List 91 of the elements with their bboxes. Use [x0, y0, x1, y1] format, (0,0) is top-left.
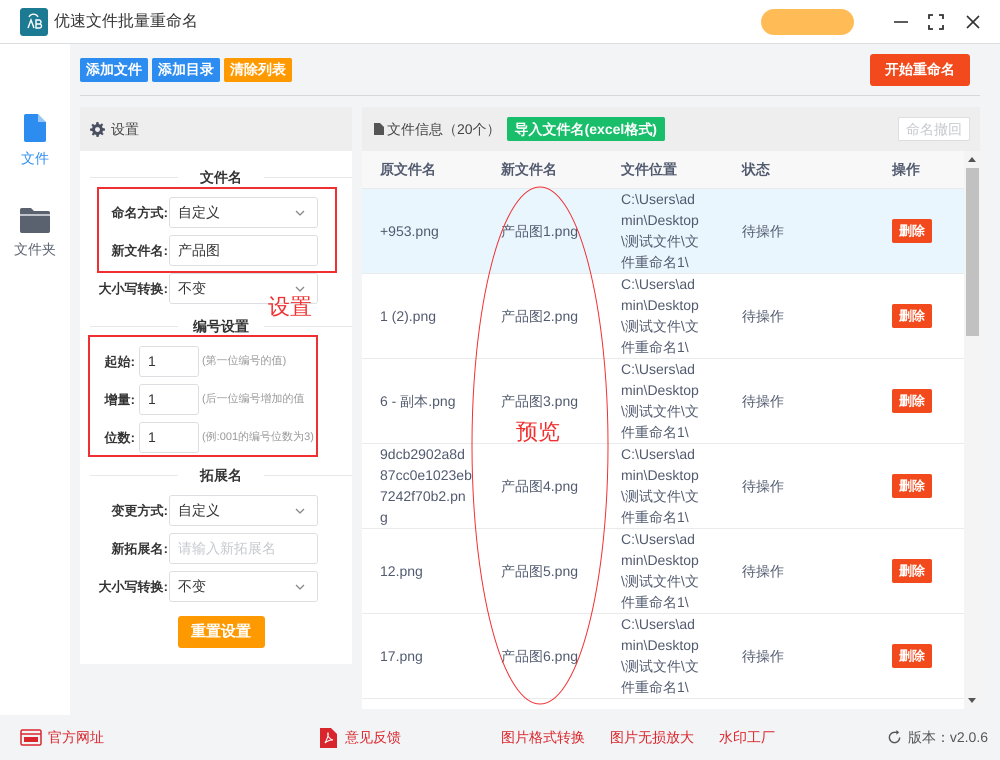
section-title: 编号设置: [192, 316, 250, 336]
table-cell-text: C:\Users\admin\Desktop\测试文件\文件重命名1\: [621, 615, 700, 697]
field-label: 新拓展名:: [110, 540, 169, 558]
table-cell-text: 产品图5.png: [501, 562, 580, 581]
table-cell-text: 1 (2).png: [380, 306, 438, 326]
table-cell-text: 产品图1.png: [501, 222, 580, 241]
refresh-icon: [886, 730, 902, 745]
table-cell-text: 产品图4.png: [501, 476, 580, 496]
field-label: 新文件名:: [110, 242, 169, 260]
dropdown[interactable]: 自定义: [169, 197, 318, 228]
sidebar-item[interactable]: 文件夹: [14, 207, 56, 260]
field-label: 大小写转换:: [98, 578, 169, 596]
settings-icon: [90, 122, 105, 136]
delete-button[interactable]: 删除: [892, 219, 932, 243]
document-icon: [24, 114, 46, 142]
document-icon: [374, 123, 384, 135]
delete-button[interactable]: 删除: [892, 474, 932, 498]
start-rename-button[interactable]: 开始重命名: [870, 54, 970, 86]
footer-link[interactable]: 图片无损放大: [610, 727, 694, 748]
sidebar-item[interactable]: 文件: [21, 114, 49, 169]
scroll-up-icon[interactable]: [968, 157, 976, 162]
table-cell-text: C:\Users\admin\Desktop\测试文件\文件重命名1\: [621, 445, 700, 527]
scroll-down-icon[interactable]: [968, 698, 976, 703]
table-cell-text: 17.png: [380, 646, 424, 666]
field-hint: (后一位编号增加的值: [202, 392, 305, 408]
footer-link[interactable]: 意见反馈: [320, 727, 401, 748]
section-title: 文件名: [199, 168, 243, 186]
column-header: 状态: [742, 160, 771, 179]
footer-link[interactable]: 官方网址: [20, 727, 104, 748]
app-logo-icon: [20, 8, 48, 36]
close-icon[interactable]: [966, 14, 980, 28]
table-cell-text: 待操作: [742, 476, 785, 496]
table-row[interactable]: +953.png 产品图1.png C:\Users\admin\Desktop\测试文件\文件重命名1\ 待操作 删除: [362, 189, 964, 274]
import-filenames-button[interactable]: 导入文件名(excel格式): [506, 117, 665, 141]
folder-icon: [20, 207, 50, 233]
column-header: 原文件名: [380, 160, 437, 179]
table-cell-text: C:\Users\admin\Desktop\测试文件\文件重命名1\: [621, 530, 700, 612]
pdf-icon: [320, 728, 337, 748]
column-header: 操作: [892, 160, 921, 179]
table-cell-text: C:\Users\admin\Desktop\测试文件\文件重命名1\: [621, 360, 700, 442]
chevron-down-icon: [295, 286, 305, 292]
table-cell-text: 待操作: [742, 222, 785, 240]
table-cell-text: +953.png: [380, 222, 440, 241]
number-field[interactable]: 1: [139, 346, 199, 377]
input-field[interactable]: 产品图: [169, 235, 318, 266]
table-cell-text: 6 - 副本.png: [380, 392, 456, 411]
panel-title: 设置: [111, 120, 139, 138]
delete-button[interactable]: 删除: [892, 644, 932, 668]
section-title: 拓展名: [198, 466, 243, 484]
table-cell-text: C:\Users\admin\Desktop\测试文件\文件重命名1\: [621, 190, 700, 272]
field-label: 起始:: [104, 352, 136, 371]
annotation-label: 预览: [516, 421, 560, 443]
number-field[interactable]: 1: [139, 422, 199, 453]
toolbar-button[interactable]: 添加目录: [152, 58, 220, 82]
field-label: 命名方式:: [110, 204, 169, 222]
table-cell-text: 待操作: [742, 306, 785, 326]
delete-button[interactable]: 删除: [892, 389, 932, 413]
table-cell-text: 9dcb2902a8d87cc0e1023eb7242f70b2.png: [380, 445, 472, 527]
footer-link[interactable]: 图片格式转换: [501, 727, 585, 748]
field-label: 增量:: [103, 390, 136, 409]
panel-title: 文件信息（20个）: [387, 120, 501, 138]
table-cell-text: 待操作: [742, 562, 785, 580]
maximize-icon[interactable]: [928, 14, 944, 30]
table-cell-text: 待操作: [742, 646, 785, 666]
field-hint: (第一位编号的值): [202, 354, 286, 370]
chevron-down-icon: [295, 584, 305, 590]
chevron-down-icon: [295, 210, 305, 216]
table-cell-text: C:\Users\admin\Desktop\测试文件\文件重命名1\: [621, 275, 700, 357]
table-cell-text: 待操作: [742, 392, 785, 410]
footer-link[interactable]: 水印工厂: [719, 727, 775, 748]
version-label: 版本：v2.0.6: [908, 728, 988, 747]
column-header: 新文件名: [501, 160, 558, 179]
column-header: 文件位置: [621, 160, 678, 179]
delete-button[interactable]: 删除: [892, 304, 932, 328]
chevron-down-icon: [295, 508, 305, 514]
field-label: 大小写转换:: [98, 280, 169, 298]
delete-button[interactable]: 删除: [892, 559, 932, 583]
table-cell-text: 12.png: [380, 562, 424, 581]
toolbar-button[interactable]: 添加文件: [80, 58, 148, 82]
window-title: 优速文件批量重命名: [54, 12, 198, 32]
table-cell-text: 产品图6.png: [501, 646, 580, 666]
table-cell-text: 产品图2.png: [501, 306, 580, 326]
field-hint: (例:001的编号位数为3): [202, 430, 314, 446]
field-label: 位数:: [103, 428, 136, 447]
dropdown[interactable]: 自定义: [169, 495, 318, 526]
number-field[interactable]: 1: [139, 384, 199, 415]
field-label: 变更方式:: [110, 502, 169, 520]
scrollbar-thumb[interactable]: [966, 168, 978, 336]
website-icon: [20, 729, 42, 746]
table-cell-text: 产品图3.png: [501, 392, 580, 411]
dropdown[interactable]: 不变: [169, 571, 318, 602]
